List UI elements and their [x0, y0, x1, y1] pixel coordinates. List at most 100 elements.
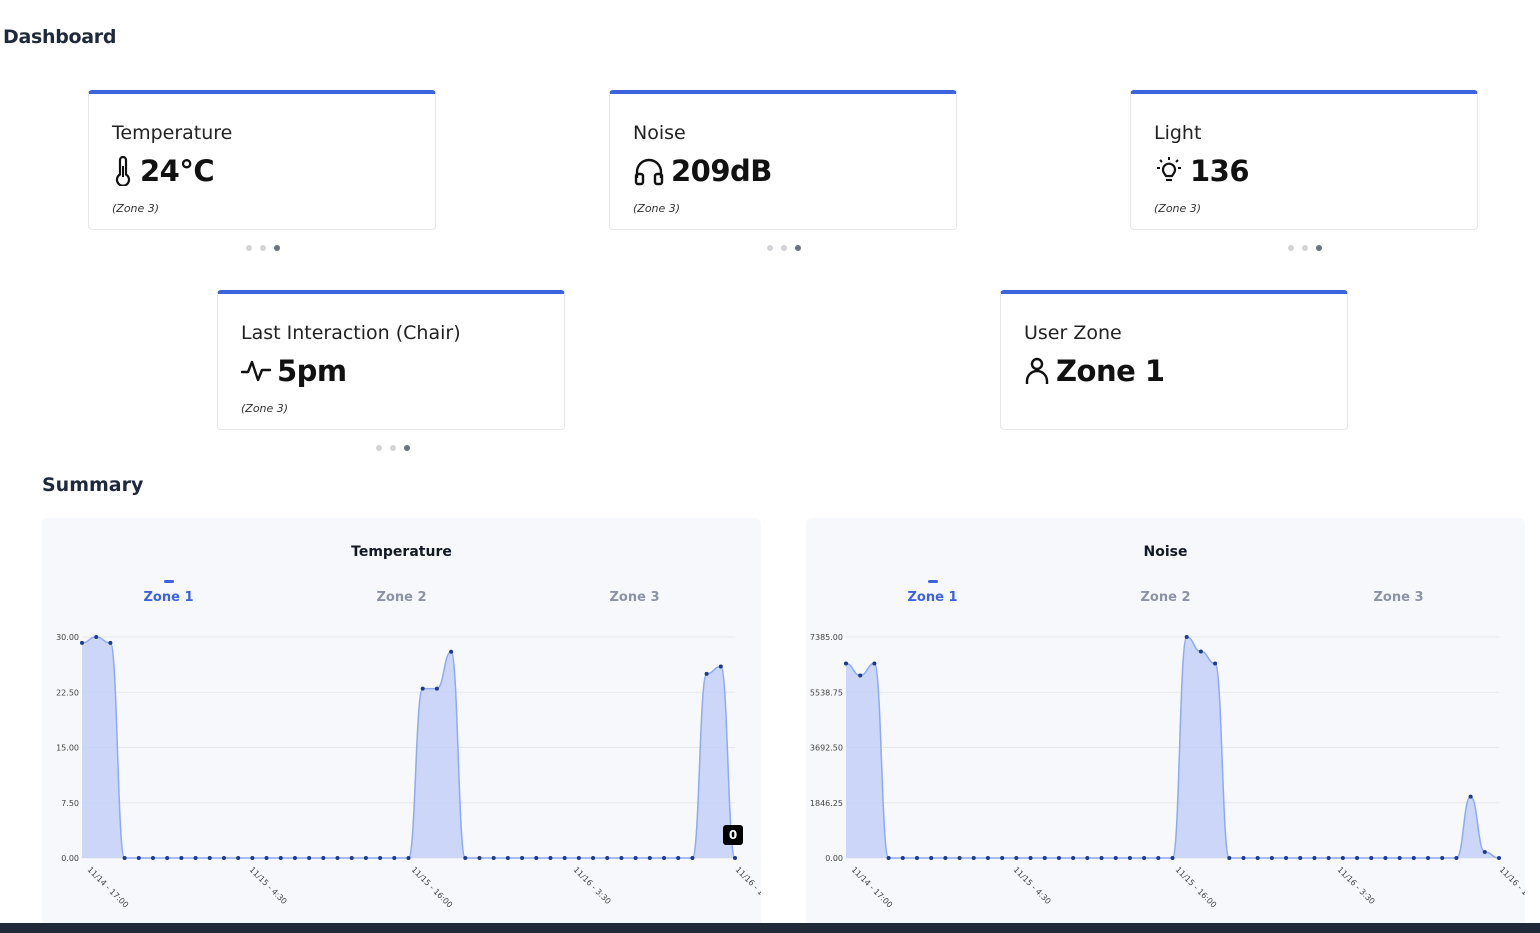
data-point[interactable]	[1028, 856, 1033, 860]
data-point[interactable]	[1468, 794, 1473, 799]
data-point[interactable]	[1482, 850, 1487, 855]
data-point[interactable]	[349, 856, 354, 860]
data-point[interactable]	[718, 664, 723, 669]
data-point[interactable]	[1227, 856, 1232, 860]
temperature-card[interactable]: Temperature 24°C (Zone 3)	[88, 90, 436, 230]
data-point[interactable]	[733, 856, 737, 860]
data-point[interactable]	[1113, 856, 1118, 860]
data-point[interactable]	[1411, 856, 1416, 860]
temperature-area-chart[interactable]: 0.00 7.50 15.00 22.50 30.00 11/14 - 17:00 11/1…	[42, 623, 761, 933]
data-point[interactable]	[250, 856, 255, 860]
data-point[interactable]	[406, 856, 411, 860]
data-point[interactable]	[363, 856, 368, 860]
data-point[interactable]	[1014, 856, 1019, 860]
data-point[interactable]	[94, 635, 99, 639]
light-card[interactable]: Light 136 (Zone 3)	[1130, 90, 1478, 230]
carousel-dot[interactable]	[1302, 245, 1308, 251]
data-point[interactable]	[872, 661, 877, 666]
carousel-dot[interactable]	[767, 245, 773, 251]
data-point[interactable]	[1071, 856, 1076, 860]
data-point[interactable]	[943, 856, 948, 860]
data-point[interactable]	[193, 856, 198, 860]
data-point[interactable]	[420, 686, 425, 691]
data-point[interactable]	[136, 856, 141, 860]
data-point[interactable]	[307, 856, 312, 860]
data-point[interactable]	[321, 856, 326, 860]
data-point[interactable]	[1142, 856, 1147, 860]
data-point[interactable]	[886, 856, 891, 860]
data-point[interactable]	[971, 856, 976, 860]
carousel-dot[interactable]	[1288, 245, 1294, 251]
data-point[interactable]	[1269, 856, 1274, 860]
data-point[interactable]	[929, 856, 934, 860]
data-point[interactable]	[605, 856, 610, 860]
data-point[interactable]	[576, 856, 581, 860]
data-point[interactable]	[1156, 856, 1161, 860]
data-point[interactable]	[1312, 856, 1317, 860]
data-point[interactable]	[1340, 856, 1345, 860]
data-point[interactable]	[449, 649, 454, 654]
last-interaction-card[interactable]: Last Interaction (Chair) 5pm (Zone 3)	[217, 290, 565, 430]
data-point[interactable]	[591, 856, 596, 860]
data-point[interactable]	[900, 856, 905, 860]
carousel-dots[interactable]	[246, 245, 280, 251]
data-point[interactable]	[858, 673, 863, 678]
data-point[interactable]	[278, 856, 283, 860]
data-point[interactable]	[1355, 856, 1360, 860]
data-point[interactable]	[1326, 856, 1331, 860]
data-point[interactable]	[1369, 856, 1374, 860]
data-point[interactable]	[463, 856, 468, 860]
carousel-dot-active[interactable]	[1316, 245, 1322, 251]
tab-zone-3[interactable]: Zone 3	[1282, 580, 1515, 605]
data-point[interactable]	[1440, 856, 1445, 860]
carousel-dot-active[interactable]	[274, 245, 280, 251]
data-point[interactable]	[477, 856, 482, 860]
data-point[interactable]	[236, 856, 241, 860]
data-point[interactable]	[1127, 856, 1132, 860]
data-point[interactable]	[392, 856, 397, 860]
data-point[interactable]	[207, 856, 212, 860]
noise-area-chart[interactable]: 0.00 1846.25 3692.50 5538.75 7385.00 11/14 - …	[806, 623, 1525, 933]
data-point[interactable]	[1497, 856, 1501, 860]
data-point[interactable]	[534, 856, 539, 860]
data-point[interactable]	[690, 856, 695, 860]
data-point[interactable]	[619, 856, 624, 860]
user-zone-card[interactable]: User Zone Zone 1	[1000, 290, 1348, 430]
tab-zone-1[interactable]: Zone 1	[816, 580, 1049, 605]
data-point[interactable]	[676, 856, 681, 860]
tab-zone-3[interactable]: Zone 3	[518, 580, 751, 605]
data-point[interactable]	[1042, 856, 1047, 860]
carousel-dot[interactable]	[260, 245, 266, 251]
data-point[interactable]	[985, 856, 990, 860]
data-point[interactable]	[1383, 856, 1388, 860]
data-point[interactable]	[914, 856, 919, 860]
noise-card[interactable]: Noise 209dB (Zone 3)	[609, 90, 957, 230]
data-point[interactable]	[548, 856, 553, 860]
data-point[interactable]	[378, 856, 383, 860]
data-point[interactable]	[179, 856, 184, 860]
data-point[interactable]	[520, 856, 525, 860]
data-point[interactable]	[335, 856, 340, 860]
data-point[interactable]	[292, 856, 297, 860]
carousel-dots[interactable]	[767, 245, 801, 251]
data-point[interactable]	[1099, 856, 1104, 860]
data-point[interactable]	[1298, 856, 1303, 860]
data-point[interactable]	[150, 856, 155, 860]
data-point[interactable]	[844, 661, 848, 666]
carousel-dot-active[interactable]	[404, 445, 410, 451]
data-point[interactable]	[1085, 856, 1090, 860]
data-point[interactable]	[1426, 856, 1431, 860]
data-point[interactable]	[221, 856, 226, 860]
carousel-dot[interactable]	[376, 445, 382, 451]
tab-zone-2[interactable]: Zone 2	[1049, 580, 1282, 605]
data-point[interactable]	[957, 856, 962, 860]
data-point[interactable]	[505, 856, 510, 860]
data-point[interactable]	[562, 856, 567, 860]
tab-zone-2[interactable]: Zone 2	[285, 580, 518, 605]
carousel-dot[interactable]	[781, 245, 787, 251]
carousel-dots[interactable]	[376, 445, 410, 451]
data-point[interactable]	[80, 640, 84, 645]
carousel-dots[interactable]	[1288, 245, 1322, 251]
data-point[interactable]	[633, 856, 638, 860]
data-point[interactable]	[165, 856, 170, 860]
